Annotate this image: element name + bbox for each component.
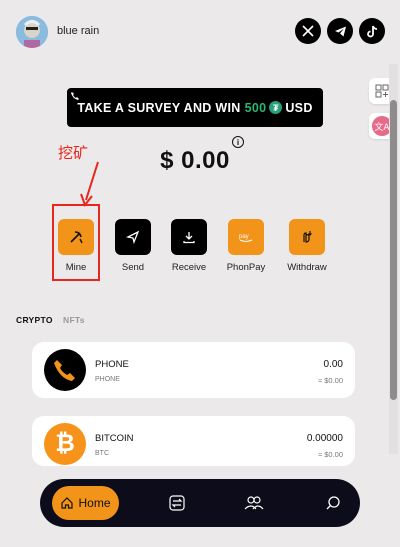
phonpay-label: PhonPay [226, 262, 266, 273]
x-icon[interactable] [295, 18, 321, 44]
search-icon[interactable] [322, 492, 344, 514]
send-button[interactable]: Send [103, 219, 163, 273]
withdraw-button[interactable]: Withdraw [277, 219, 337, 273]
receive-button[interactable]: Receive [159, 219, 219, 273]
banner-amount: 500 [244, 100, 267, 115]
withdraw-label: Withdraw [287, 262, 327, 273]
withdraw-icon [289, 219, 325, 255]
asset-balance: 0.00 [323, 359, 343, 370]
phonpay-button[interactable]: pay PhonPay [216, 219, 276, 273]
bitcoin-icon: ₿ [44, 423, 86, 465]
asset-row-phone[interactable]: PHONE PHONE 0.00 ≈ $0.00 [32, 342, 355, 398]
receive-label: Receive [171, 262, 207, 273]
info-icon[interactable]: i [232, 136, 244, 148]
send-icon [115, 219, 151, 255]
asset-usd-value: ≈ $0.00 [318, 376, 343, 385]
avatar[interactable] [16, 16, 48, 48]
telegram-icon[interactable] [327, 18, 353, 44]
banner-currency: USD [285, 100, 313, 115]
survey-banner[interactable]: TAKE A SURVEY AND WIN 500 ₮ USD [67, 88, 323, 127]
balance-amount: $ 0.00 [160, 147, 230, 174]
phonpay-icon: pay [228, 219, 264, 255]
annotation-box [52, 204, 100, 281]
phone-icon [70, 90, 80, 104]
phone-coin-icon [44, 349, 86, 391]
nav-home-label: Home [78, 496, 111, 510]
asset-row-bitcoin[interactable]: ₿ BITCOIN BTC 0.00000 ≈ $0.00 [32, 416, 355, 466]
tab-crypto[interactable]: CRYPTO [16, 315, 53, 325]
asset-symbol: PHONE [95, 376, 120, 383]
nav-home-button[interactable]: Home [52, 486, 119, 520]
bottom-nav: Home [40, 479, 360, 527]
asset-symbol: BTC [95, 450, 109, 457]
asset-name: BITCOIN [95, 433, 134, 444]
scrollbar-thumb[interactable] [390, 100, 397, 400]
asset-name: PHONE [95, 359, 129, 370]
swap-icon[interactable] [166, 492, 188, 514]
tab-nfts[interactable]: NFTs [63, 315, 85, 325]
tiktok-icon[interactable] [359, 18, 385, 44]
download-icon [171, 219, 207, 255]
asset-usd-value: ≈ $0.00 [318, 450, 343, 459]
tether-icon: ₮ [269, 101, 283, 114]
people-icon[interactable] [243, 492, 265, 514]
username: blue rain [57, 25, 100, 37]
home-icon [60, 496, 74, 510]
banner-text: TAKE A SURVEY AND WIN [77, 100, 241, 115]
asset-balance: 0.00000 [306, 433, 343, 444]
svg-text:pay: pay [239, 234, 249, 240]
send-label: Send [121, 262, 145, 273]
